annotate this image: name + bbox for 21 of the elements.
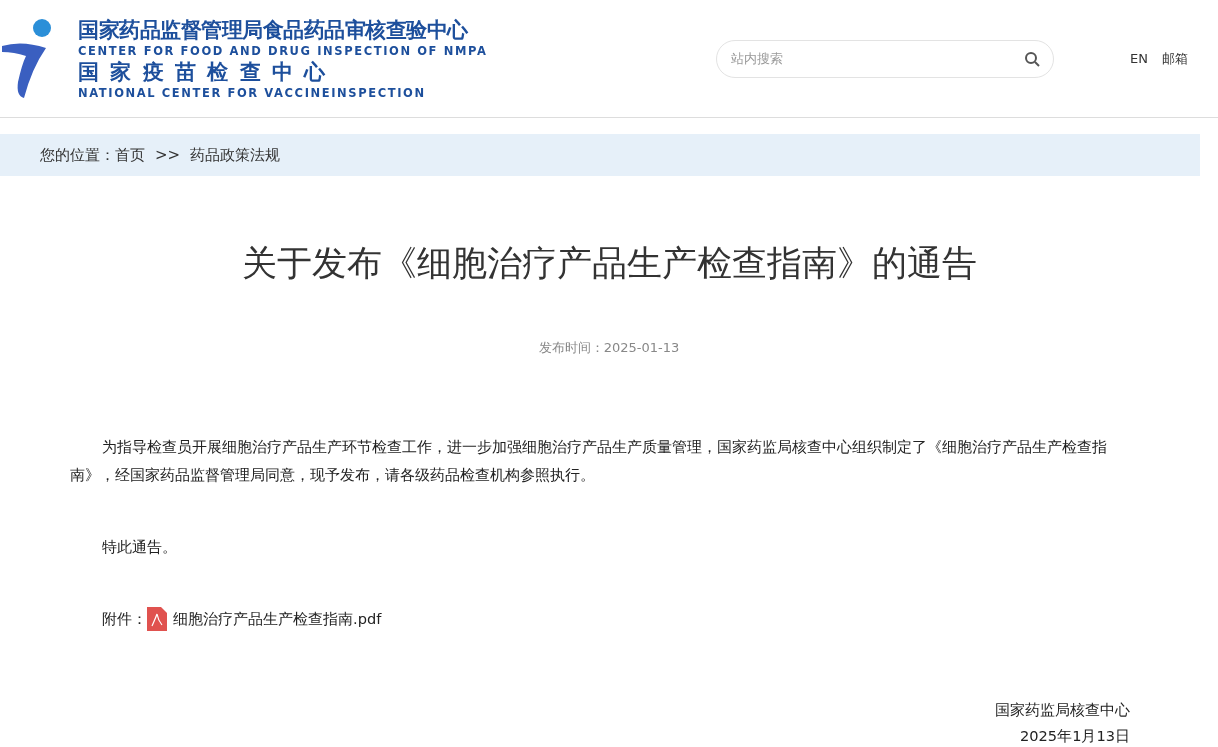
signature-line: 2025年1月13日 bbox=[1020, 726, 1130, 746]
attachment-link[interactable]: 细胞治疗产品生产检查指南.pdf bbox=[173, 605, 382, 633]
article-paragraph: 为指导检查员开展细胞治疗产品生产环节检查工作，进一步加强细胞治疗产品生产质量管理，国家药监局核查中心组织制定了《细胞治疗产品生产检查指南》，经国家药品监督管理局同意，现予发布，请各级药品检查机构参照执行。 bbox=[70, 437, 1108, 485]
logo-title: 国家药品监督管理局食品药品审核查验中心 bbox=[78, 16, 469, 43]
search-icon[interactable] bbox=[1024, 50, 1041, 67]
article-paragraph: 特此通告。 bbox=[101, 537, 178, 557]
breadcrumb-label: 您的位置： bbox=[40, 145, 115, 165]
search-field[interactable]: 站内搜索 bbox=[716, 39, 1055, 78]
article-title: 关于发布《细胞治疗产品生产检查指南》的通告 bbox=[240, 242, 978, 285]
logo-subtitle: NATIONAL CENTER FOR VACCINEINSPECTION bbox=[78, 84, 427, 101]
top-link[interactable]: 邮箱 bbox=[1162, 49, 1188, 68]
signature-line: 国家药监局核查中心 bbox=[995, 700, 1130, 720]
pdf-icon bbox=[147, 607, 167, 631]
attachment-label: 附件： bbox=[102, 609, 147, 629]
logo-subtitle: CENTER FOR FOOD AND DRUG INSPECTION OF NMPA bbox=[78, 42, 488, 59]
top-link[interactable]: EN bbox=[1130, 51, 1148, 66]
breadcrumb-separator: >> bbox=[155, 146, 181, 164]
logo-title: 国 家 疫 苗 检 查 中 心 bbox=[78, 58, 329, 85]
breadcrumb-link[interactable]: 药品政策法规 bbox=[190, 145, 281, 165]
breadcrumb-link[interactable]: 首页 bbox=[115, 145, 145, 165]
publish-date: 发布时间：2025-01-13 bbox=[537, 339, 681, 357]
